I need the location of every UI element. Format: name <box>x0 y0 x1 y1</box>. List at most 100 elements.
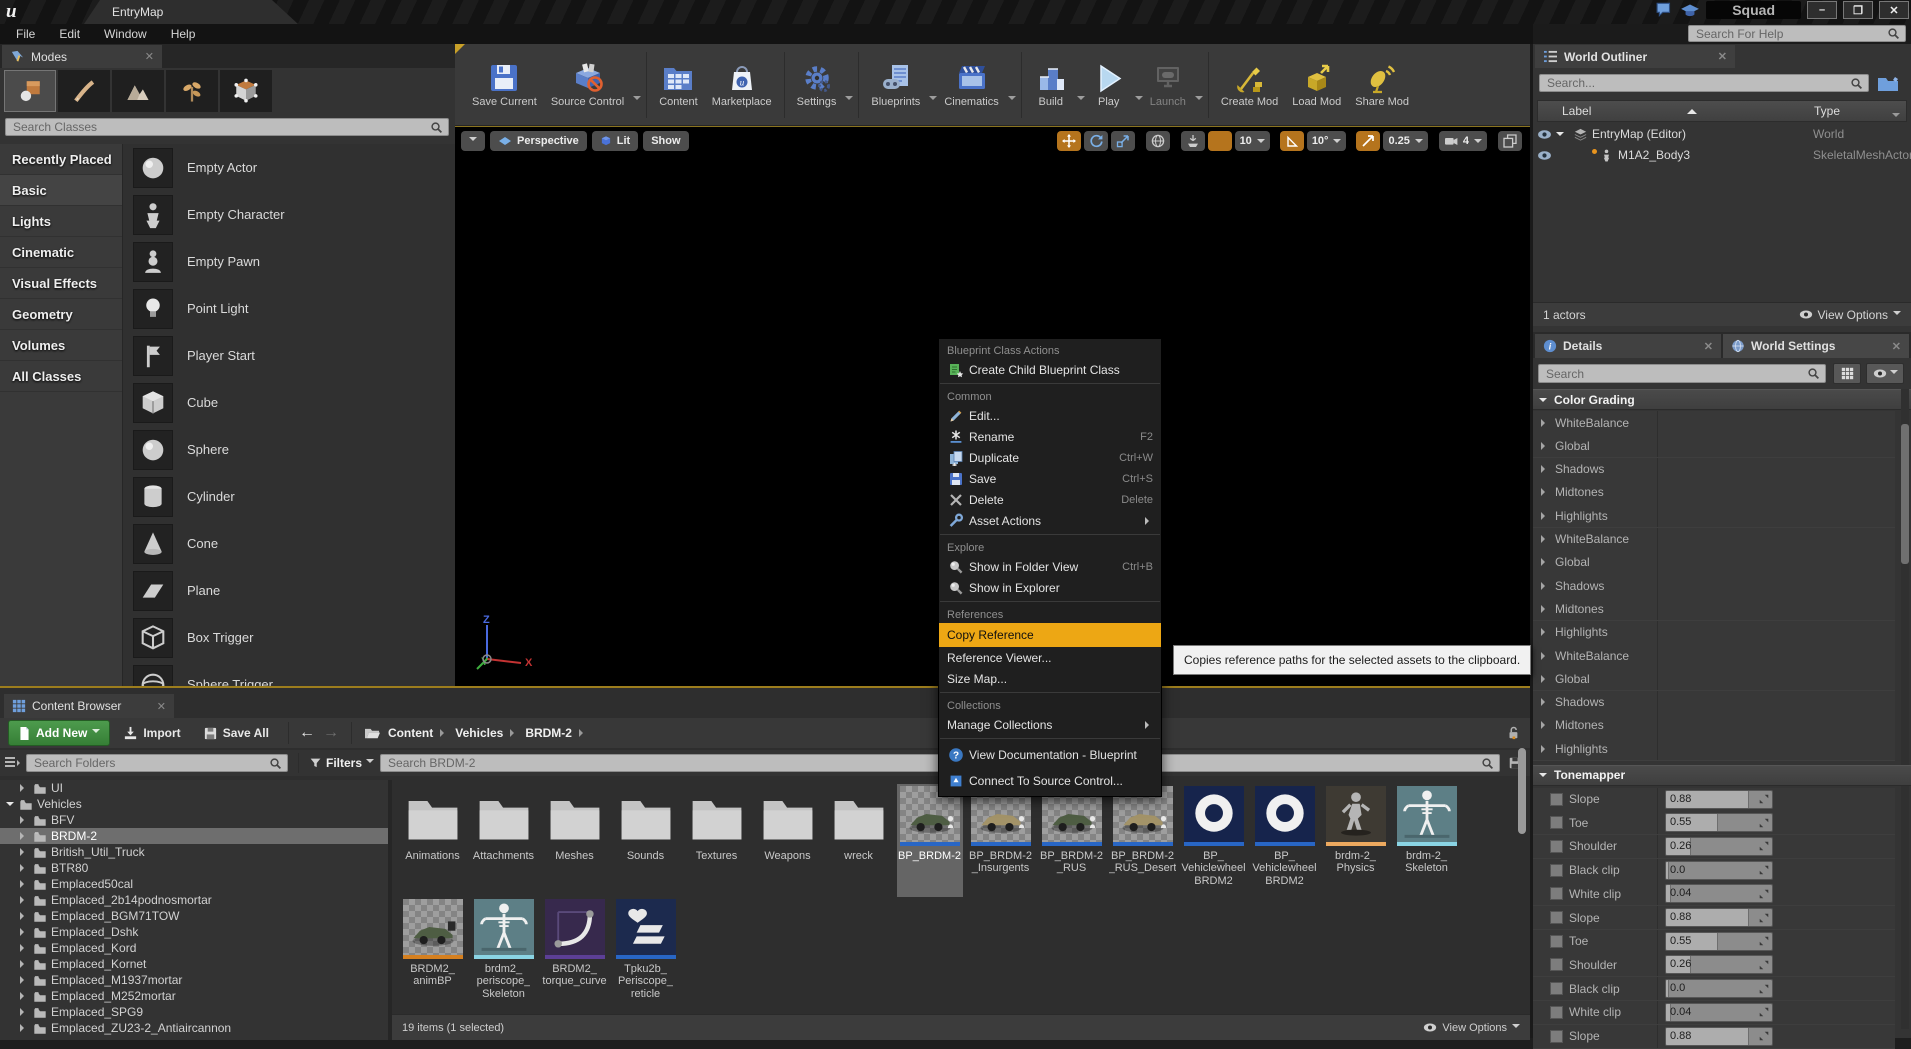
close-button[interactable]: ✕ <box>1879 1 1909 19</box>
asset-folder-weapons[interactable]: Weapons <box>755 784 821 897</box>
folder-tree-item-british-util-truck[interactable]: British_Util_Truck <box>0 844 388 860</box>
chevron-right-icon[interactable] <box>20 880 28 888</box>
filters-button[interactable]: Filters <box>309 756 374 770</box>
play-button[interactable]: Play <box>1085 59 1133 111</box>
marketplace-button[interactable]: uMarketplace <box>705 59 779 111</box>
help-search[interactable] <box>1688 25 1906 42</box>
chevron-right-icon[interactable] <box>20 992 28 1000</box>
chevron-right-icon[interactable] <box>20 912 28 920</box>
mode-tool-paint[interactable] <box>58 70 110 112</box>
content-button[interactable]: Content <box>652 59 705 111</box>
property-group-global[interactable]: Global <box>1533 551 1895 575</box>
property-group-highlights[interactable]: Highlights <box>1533 621 1895 645</box>
asset-folder-sounds[interactable]: Sounds <box>613 784 679 897</box>
asset-folder-animations[interactable]: Animations <box>400 784 466 897</box>
chevron-right-icon[interactable] <box>20 976 28 984</box>
asset-bp-vehiclewheel-brdm2[interactable]: BP_ Vehiclewheel BRDM2 <box>1252 784 1318 897</box>
menu-edit[interactable]: Edit <box>47 25 92 43</box>
property-group-midtones[interactable]: Midtones <box>1533 597 1895 621</box>
asset-bp-brdm-2-rus[interactable]: BP_BRDM-2 _RUS <box>1039 784 1105 897</box>
chevron-right-icon[interactable] <box>20 864 28 872</box>
placeable-cone[interactable]: Cone <box>123 520 455 567</box>
placeable-point-light[interactable]: Point Light <box>123 285 455 332</box>
placeable-plane[interactable]: Plane <box>123 567 455 614</box>
property-group-highlights[interactable]: Highlights <box>1533 737 1895 761</box>
feedback-icon[interactable] <box>1656 2 1674 18</box>
asset-bp-brdm-2[interactable]: BP_BRDM-2 <box>897 784 963 897</box>
placeable-cylinder[interactable]: Cylinder <box>123 473 455 520</box>
search-assets-input[interactable] <box>386 755 1481 771</box>
mode-tool-geometry[interactable] <box>220 70 272 112</box>
search-classes-input[interactable] <box>11 119 430 135</box>
chevron-right-icon[interactable] <box>1541 442 1549 450</box>
world-transform-button[interactable] <box>1146 131 1170 151</box>
visibility-eye-icon[interactable] <box>1537 129 1552 140</box>
viewport-options-button[interactable] <box>461 131 485 151</box>
chevron-right-icon[interactable] <box>1541 698 1549 706</box>
scale-tool-button[interactable] <box>1111 131 1135 151</box>
chevron-down-icon[interactable] <box>1195 96 1203 104</box>
back-button[interactable]: ← <box>299 724 315 742</box>
folder-tree-item-ui[interactable]: UI <box>0 780 388 796</box>
chevron-right-icon[interactable] <box>1541 745 1549 753</box>
numeric-input[interactable]: 0.0 <box>1665 979 1773 998</box>
folder-tree-item-emplaced-kord[interactable]: Emplaced_Kord <box>0 940 388 956</box>
chevron-right-icon[interactable] <box>1541 628 1549 636</box>
display-filter-button[interactable] <box>1866 363 1904 384</box>
placeable-sphere[interactable]: Sphere <box>123 426 455 473</box>
category-visual-effects[interactable]: Visual Effects <box>0 268 122 299</box>
folder-tree-item-emplaced-m1937mortar[interactable]: Emplaced_M1937mortar <box>0 972 388 988</box>
menu-item-reference-viewer[interactable]: Reference Viewer... <box>939 647 1161 668</box>
property-checkbox[interactable] <box>1550 935 1563 948</box>
cinematics-button[interactable]: Cinematics <box>937 59 1005 111</box>
numeric-input[interactable]: 0.88 <box>1665 790 1773 809</box>
tab-world-settings[interactable]: World Settings ✕ <box>1723 334 1909 358</box>
folder-tree-item-emplaced-zu23-2-antiaircannon[interactable]: Emplaced_ZU23-2_Antiaircannon <box>0 1020 388 1036</box>
details-search-input[interactable] <box>1544 366 1807 382</box>
create-mod-button[interactable]: Create Mod <box>1214 59 1285 111</box>
chevron-right-icon[interactable] <box>20 944 28 952</box>
chevron-right-icon[interactable] <box>1541 652 1549 660</box>
placeable-cube[interactable]: Cube <box>123 379 455 426</box>
property-checkbox[interactable] <box>1550 1030 1563 1043</box>
numeric-input[interactable]: 0.88 <box>1665 908 1773 927</box>
chevron-down-icon[interactable] <box>845 96 853 104</box>
load-mod-button[interactable]: Load Mod <box>1285 59 1348 111</box>
drag-handle-icon[interactable] <box>1757 981 1771 996</box>
view-options-button[interactable]: View Options <box>1423 1022 1520 1034</box>
outliner-search[interactable] <box>1539 74 1869 92</box>
category-basic[interactable]: Basic <box>0 175 122 206</box>
asset-folder-textures[interactable]: Textures <box>684 784 750 897</box>
menu-file[interactable]: File <box>4 25 47 43</box>
chevron-right-icon[interactable] <box>20 896 28 904</box>
numeric-input[interactable]: 0.55 <box>1665 932 1773 951</box>
modes-tab[interactable]: Modes ✕ <box>2 45 162 68</box>
chevron-right-icon[interactable] <box>20 1024 28 1032</box>
numeric-input[interactable]: 0.26 <box>1665 955 1773 974</box>
menu-item-view-documentation-blueprint[interactable]: ?View Documentation - Blueprint <box>939 742 1161 768</box>
chevron-right-icon[interactable] <box>20 1008 28 1016</box>
scale-snap-value[interactable]: 0.25 <box>1383 131 1427 151</box>
category-cinematic[interactable]: Cinematic <box>0 237 122 268</box>
menu-item-edit[interactable]: Edit... <box>939 405 1161 426</box>
outliner-view-options[interactable]: View Options <box>1799 308 1901 322</box>
menu-item-show-in-explorer[interactable]: Show in Explorer <box>939 577 1161 598</box>
menu-item-connect-to-source-control[interactable]: Connect To Source Control... <box>939 768 1161 794</box>
close-icon[interactable]: ✕ <box>1892 340 1901 353</box>
menu-item-create-child-blueprint-class[interactable]: Create Child Blueprint Class <box>939 359 1161 380</box>
minimize-button[interactable]: – <box>1807 1 1837 19</box>
category-lights[interactable]: Lights <box>0 206 122 237</box>
new-folder-icon[interactable] <box>1877 74 1899 92</box>
breadcrumb-content[interactable]: Content <box>385 726 436 740</box>
lock-icon[interactable] <box>1506 725 1520 741</box>
menu-item-rename[interactable]: RenameF2 <box>939 426 1161 447</box>
menu-item-size-map[interactable]: Size Map... <box>939 668 1161 689</box>
placeable-empty-pawn[interactable]: Empty Pawn <box>123 238 455 285</box>
move-tool-button[interactable] <box>1057 131 1081 151</box>
chevron-down-icon[interactable] <box>1077 96 1085 104</box>
placeable-empty-actor[interactable]: Empty Actor <box>123 144 455 191</box>
drag-handle-icon[interactable] <box>1757 863 1771 878</box>
camera-speed-button[interactable]: 4 <box>1439 131 1487 151</box>
chevron-right-icon[interactable] <box>1541 721 1549 729</box>
outliner-search-input[interactable] <box>1545 75 1850 91</box>
